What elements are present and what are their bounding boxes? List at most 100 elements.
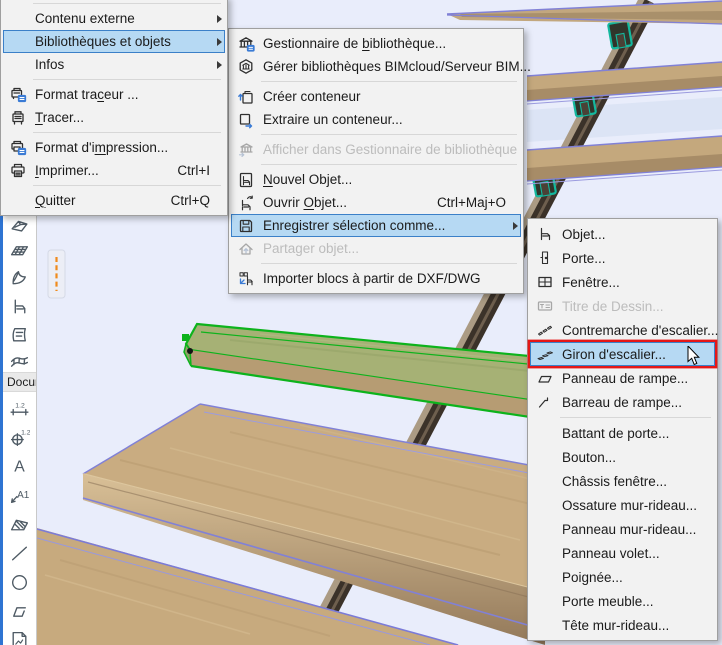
selection-node[interactable] xyxy=(187,348,193,354)
menu-item-format-d-impression[interactable]: Format d'impression... xyxy=(3,136,225,159)
tool-dimension-icon[interactable]: 1.2 xyxy=(3,394,36,423)
libraries-objects-submenu: Gestionnaire de bibliothèque... Gérer bib… xyxy=(228,28,531,294)
menu-item-spacer xyxy=(210,84,222,105)
menu-item-spacer xyxy=(506,109,518,130)
tool-zone-icon[interactable] xyxy=(3,320,36,348)
selection-handle[interactable] xyxy=(182,334,189,341)
menu-item-spacer xyxy=(700,391,712,413)
menu-item-panneau-volet[interactable]: Panneau volet... xyxy=(530,541,715,565)
menu-item-fenetre[interactable]: Fenêtre... xyxy=(530,270,715,294)
menu-item-poignee[interactable]: Poignée... xyxy=(530,565,715,589)
tool-polyline-icon[interactable] xyxy=(3,597,36,626)
menu-separator xyxy=(33,3,221,4)
menu-item-importer-blocs-a-partir-de-dxf-dwg[interactable]: Importer blocs à partir de DXF/DWG xyxy=(231,267,521,290)
menu-item-porte[interactable]: Porte... xyxy=(530,246,715,270)
no-icon xyxy=(6,192,30,210)
no-icon xyxy=(533,472,557,490)
menu-item-label: Tête mur-rideau... xyxy=(562,617,670,633)
menu-item-panneau-mur-rideau[interactable]: Panneau mur-rideau... xyxy=(530,517,715,541)
tool-level-dimension-icon[interactable]: 1.2 xyxy=(3,423,36,452)
tool-shell-icon[interactable] xyxy=(3,264,36,292)
library-manager-icon xyxy=(234,35,258,53)
menu-item-quitter[interactable]: Quitter Ctrl+Q xyxy=(3,189,225,212)
toolbox-document-tools: 1.2 1.2 A A1 xyxy=(3,394,36,645)
menu-item-tracer[interactable]: Tracer... xyxy=(3,106,225,129)
menu-item-spacer xyxy=(700,494,712,516)
menu-item-spacer xyxy=(531,56,543,77)
save-selection-icon xyxy=(234,217,258,235)
menu-item-spacer xyxy=(506,86,518,107)
menu-item-infos[interactable]: Infos xyxy=(3,53,225,76)
menu-item-label: Ouvrir Objet... xyxy=(263,195,348,210)
menu-item-label: Format d'impression... xyxy=(35,140,169,155)
menu-item-creer-conteneur[interactable]: Créer conteneur xyxy=(231,85,521,108)
app-window: Docum 1.2 1.2 A A1 Contenu externe Bibliothè… xyxy=(0,0,722,645)
menu-item-imprimer[interactable]: Imprimer... Ctrl+I xyxy=(3,159,225,182)
new-object-icon xyxy=(234,171,258,189)
tool-label-icon[interactable]: A1 xyxy=(3,481,36,510)
menu-item-bibliotheques-et-objets[interactable]: Bibliothèques et objets xyxy=(3,30,225,53)
railing-baluster-icon xyxy=(533,393,557,411)
menu-item-label: Giron d'escalier... xyxy=(562,346,666,362)
menu-item-objet[interactable]: Objet... xyxy=(530,222,715,246)
menu-item-partager-objet: Partager objet... xyxy=(231,237,521,260)
menu-separator xyxy=(33,185,221,186)
menu-item-spacer xyxy=(700,247,712,269)
plotter-setup-icon xyxy=(6,86,30,104)
tool-circle-icon[interactable] xyxy=(3,568,36,597)
menu-item-label: Objet... xyxy=(562,226,606,242)
menu-item-spacer xyxy=(506,33,518,54)
menu-item-nouvel-objet[interactable]: Nouvel Objet... xyxy=(231,168,521,191)
menu-item-gestionnaire-de-bibliotheque[interactable]: Gestionnaire de bibliothèque... xyxy=(231,32,521,55)
menu-item-ouvrir-objet[interactable]: Ouvrir Objet... Ctrl+Maj+O xyxy=(231,191,521,214)
tool-slab-icon[interactable] xyxy=(3,236,36,264)
menu-item-tete-mur-rideau[interactable]: Tête mur-rideau... xyxy=(530,613,715,637)
printer-icon xyxy=(6,162,30,180)
menu-item-spacer xyxy=(506,238,518,259)
menu-item-spacer xyxy=(700,271,712,293)
tool-object-chair-icon[interactable] xyxy=(3,292,36,320)
menu-item-spacer xyxy=(700,422,712,444)
menu-item-label: Battant de porte... xyxy=(562,425,670,441)
menu-item-contremarche-d-escalier[interactable]: Contremarche d'escalier... xyxy=(530,318,718,342)
svg-text:1.2: 1.2 xyxy=(15,402,25,409)
tool-line-icon[interactable] xyxy=(3,539,36,568)
svg-text:1.2: 1.2 xyxy=(21,429,30,436)
menu-separator xyxy=(560,417,711,418)
menu-item-panneau-de-rampe[interactable]: Panneau de rampe... xyxy=(530,366,715,390)
menu-item-spacer xyxy=(210,160,222,181)
menu-item-extraire-un-conteneur[interactable]: Extraire un conteneur... xyxy=(231,108,521,131)
menu-item-battant-de-porte[interactable]: Battant de porte... xyxy=(530,421,715,445)
tool-drawing-icon[interactable] xyxy=(3,626,36,645)
menu-item-contenu-externe[interactable]: Contenu externe xyxy=(3,7,225,30)
tool-fill-icon[interactable] xyxy=(3,510,36,539)
menu-item-spacer xyxy=(210,190,222,211)
guide-marker[interactable] xyxy=(47,249,66,299)
menu-item-label: Contenu externe xyxy=(35,11,135,26)
create-container-icon xyxy=(234,88,258,106)
no-icon xyxy=(533,616,557,634)
menu-item-spacer xyxy=(700,343,712,365)
menu-item-porte-meuble[interactable]: Porte meuble... xyxy=(530,589,715,613)
menu-item-format-traceur[interactable]: Format traceur ... xyxy=(3,83,225,106)
no-icon xyxy=(533,496,557,514)
menu-item-spacer xyxy=(700,566,712,588)
menu-item-titre-de-dessin: Titre de Dessin... xyxy=(530,294,715,318)
menu-item-label: Porte meuble... xyxy=(562,593,654,609)
door-icon xyxy=(533,249,557,267)
menu-item-bouton[interactable]: Bouton... xyxy=(530,445,715,469)
menu-item-gerer-bibliotheques-bimcloud-serveur-bim[interactable]: Gérer bibliothèques BIMcloud/Serveur BIM… xyxy=(231,55,531,78)
window-icon xyxy=(533,273,557,291)
menu-item-chassis-fenetre[interactable]: Châssis fenêtre... xyxy=(530,469,715,493)
menu-item-spacer xyxy=(506,268,518,289)
tool-text-icon[interactable]: A xyxy=(3,452,36,481)
menu-item-barreau-de-rampe[interactable]: Barreau de rampe... xyxy=(530,390,715,414)
no-icon xyxy=(533,592,557,610)
toolbar-section-document[interactable]: Docum xyxy=(3,372,36,392)
stair-riser-icon xyxy=(533,321,557,339)
menu-item-enregistrer-selection-comme[interactable]: Enregistrer sélection comme... xyxy=(231,214,521,237)
tread-clip[interactable] xyxy=(607,19,633,50)
menu-item-ossature-mur-rideau[interactable]: Ossature mur-rideau... xyxy=(530,493,715,517)
submenu-arrow-icon xyxy=(210,54,222,75)
submenu-arrow-icon xyxy=(506,215,518,236)
